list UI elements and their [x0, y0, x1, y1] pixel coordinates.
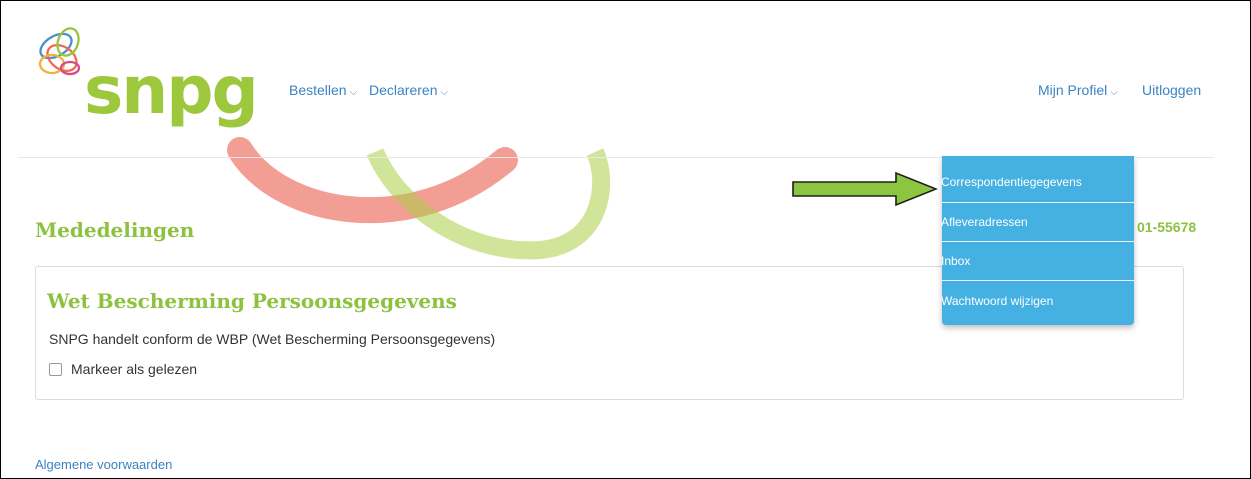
- nav-declareren-label: Declareren: [369, 82, 438, 98]
- nav-declareren[interactable]: Declareren ⌵: [369, 82, 448, 98]
- menu-item-label: Inbox: [941, 254, 971, 268]
- notice-title: Wet Bescherming Persoonsgegevens: [47, 289, 457, 313]
- menu-item-label: Wachtwoord wijzigen: [941, 294, 1054, 308]
- menu-item-label: Correspondentiegegevens: [941, 175, 1082, 189]
- nav-bestellen[interactable]: Bestellen ⌵: [289, 82, 357, 98]
- menu-item-wachtwoord-wijzigen[interactable]: Wachtwoord wijzigen: [941, 282, 1134, 321]
- nav-uitloggen-label: Uitloggen: [1142, 82, 1202, 98]
- menu-item-afleveradressen[interactable]: Afleveradressen: [941, 203, 1134, 242]
- profile-dropdown-menu: Correspondentiegegevens Afleveradressen …: [941, 156, 1134, 325]
- mark-read-checkbox[interactable]: [49, 362, 62, 376]
- chevron-down-icon: ⌵: [349, 87, 358, 98]
- menu-item-label: Afleveradressen: [941, 215, 1028, 229]
- page-title: Mededelingen: [35, 218, 195, 242]
- mark-read-control[interactable]: Markeer als gelezen: [49, 361, 197, 377]
- phone-number: 01-55678: [1137, 219, 1197, 235]
- menu-item-correspondentiegegevens[interactable]: Correspondentiegegevens: [941, 163, 1134, 202]
- nav-uitloggen[interactable]: Uitloggen: [1142, 82, 1201, 98]
- chevron-down-icon: ⌵: [440, 87, 449, 98]
- nav-mijn-profiel[interactable]: Mijn Profiel ⌵: [1038, 82, 1118, 98]
- notice-body: SNPG handelt conform de WBP (Wet Bescher…: [49, 331, 496, 347]
- snpg-logo-text[interactable]: snpg: [84, 58, 259, 124]
- nav-bestellen-label: Bestellen: [289, 82, 347, 98]
- chevron-down-icon: ⌵: [1110, 87, 1118, 98]
- menu-divider: [942, 280, 1134, 281]
- terms-link[interactable]: Algemene voorwaarden: [35, 457, 172, 472]
- mark-read-label[interactable]: Markeer als gelezen: [71, 361, 197, 377]
- green-arrow-icon: [792, 171, 938, 207]
- nav-mijn-profiel-label: Mijn Profiel: [1038, 82, 1108, 98]
- menu-item-inbox[interactable]: Inbox: [941, 242, 1134, 281]
